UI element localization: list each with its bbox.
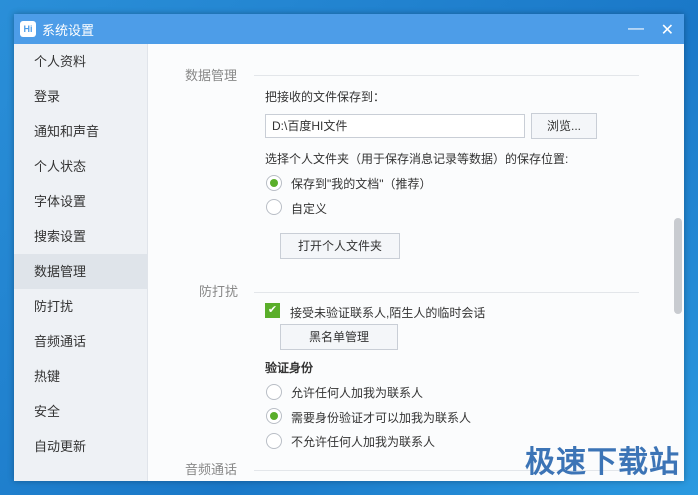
- sidebar-item-notifications[interactable]: 通知和声音: [14, 114, 147, 149]
- sidebar-item-audio[interactable]: 音频通话: [14, 324, 147, 359]
- divider: [254, 75, 639, 76]
- settings-window: Hi 系统设置 — ✕ 个人资料 登录 通知和声音 个人状态 字体设置 搜索设置…: [14, 14, 684, 481]
- accept-strangers-label[interactable]: 接受未验证联系人,陌生人的临时会话: [290, 304, 485, 321]
- title-bar: Hi 系统设置 — ✕: [14, 14, 684, 44]
- sidebar: 个人资料 登录 通知和声音 个人状态 字体设置 搜索设置 数据管理 防打扰 音频…: [14, 44, 148, 481]
- minimize-button[interactable]: —: [628, 20, 644, 38]
- personal-folder-label: 选择个人文件夹（用于保存消息记录等数据）的保存位置:: [265, 152, 569, 166]
- save-files-label: 把接收的文件保存到：: [265, 90, 386, 104]
- sidebar-item-profile[interactable]: 个人资料: [14, 44, 147, 79]
- radio-custom[interactable]: [266, 199, 282, 215]
- sidebar-item-font[interactable]: 字体设置: [14, 184, 147, 219]
- blacklist-button[interactable]: 黑名单管理: [280, 324, 398, 350]
- sidebar-item-hotkeys[interactable]: 热键: [14, 359, 147, 394]
- sidebar-item-dnd[interactable]: 防打扰: [14, 289, 147, 324]
- radio-allow-none-label[interactable]: 不允许任何人加我为联系人: [291, 433, 435, 450]
- radio-require-verify-label[interactable]: 需要身份验证才可以加我为联系人: [291, 409, 471, 426]
- scrollbar-thumb[interactable]: [674, 218, 682, 314]
- radio-custom-label[interactable]: 自定义: [291, 200, 327, 217]
- sidebar-item-login[interactable]: 登录: [14, 79, 147, 114]
- open-folder-button[interactable]: 打开个人文件夹: [280, 233, 400, 259]
- verify-heading: 验证身份: [265, 361, 314, 375]
- accept-strangers-checkbox[interactable]: ✔: [265, 303, 280, 318]
- radio-allow-anyone[interactable]: [266, 384, 282, 400]
- sidebar-item-update[interactable]: 自动更新: [14, 429, 147, 464]
- divider: [254, 292, 639, 293]
- save-path-input[interactable]: D:\百度HI文件: [265, 114, 525, 138]
- radio-allow-anyone-label[interactable]: 允许任何人加我为联系人: [291, 384, 423, 401]
- radio-allow-none[interactable]: [266, 433, 282, 449]
- close-button[interactable]: ✕: [661, 20, 674, 40]
- settings-content: 数据管理 把接收的文件保存到： D:\百度HI文件 浏览... 选择个人文件夹（…: [149, 44, 684, 481]
- radio-my-documents-label[interactable]: 保存到"我的文档"（推荐）: [291, 175, 432, 192]
- window-title: 系统设置: [42, 22, 95, 38]
- sidebar-item-status[interactable]: 个人状态: [14, 149, 147, 184]
- sidebar-item-data[interactable]: 数据管理: [14, 254, 147, 289]
- app-logo-icon: Hi: [20, 21, 36, 37]
- watermark: 极速下载站: [525, 446, 680, 479]
- sidebar-item-search[interactable]: 搜索设置: [14, 219, 147, 254]
- browse-button[interactable]: 浏览...: [531, 113, 597, 139]
- sidebar-item-security[interactable]: 安全: [14, 394, 147, 429]
- radio-my-documents[interactable]: [266, 175, 282, 191]
- radio-require-verify[interactable]: [266, 408, 282, 424]
